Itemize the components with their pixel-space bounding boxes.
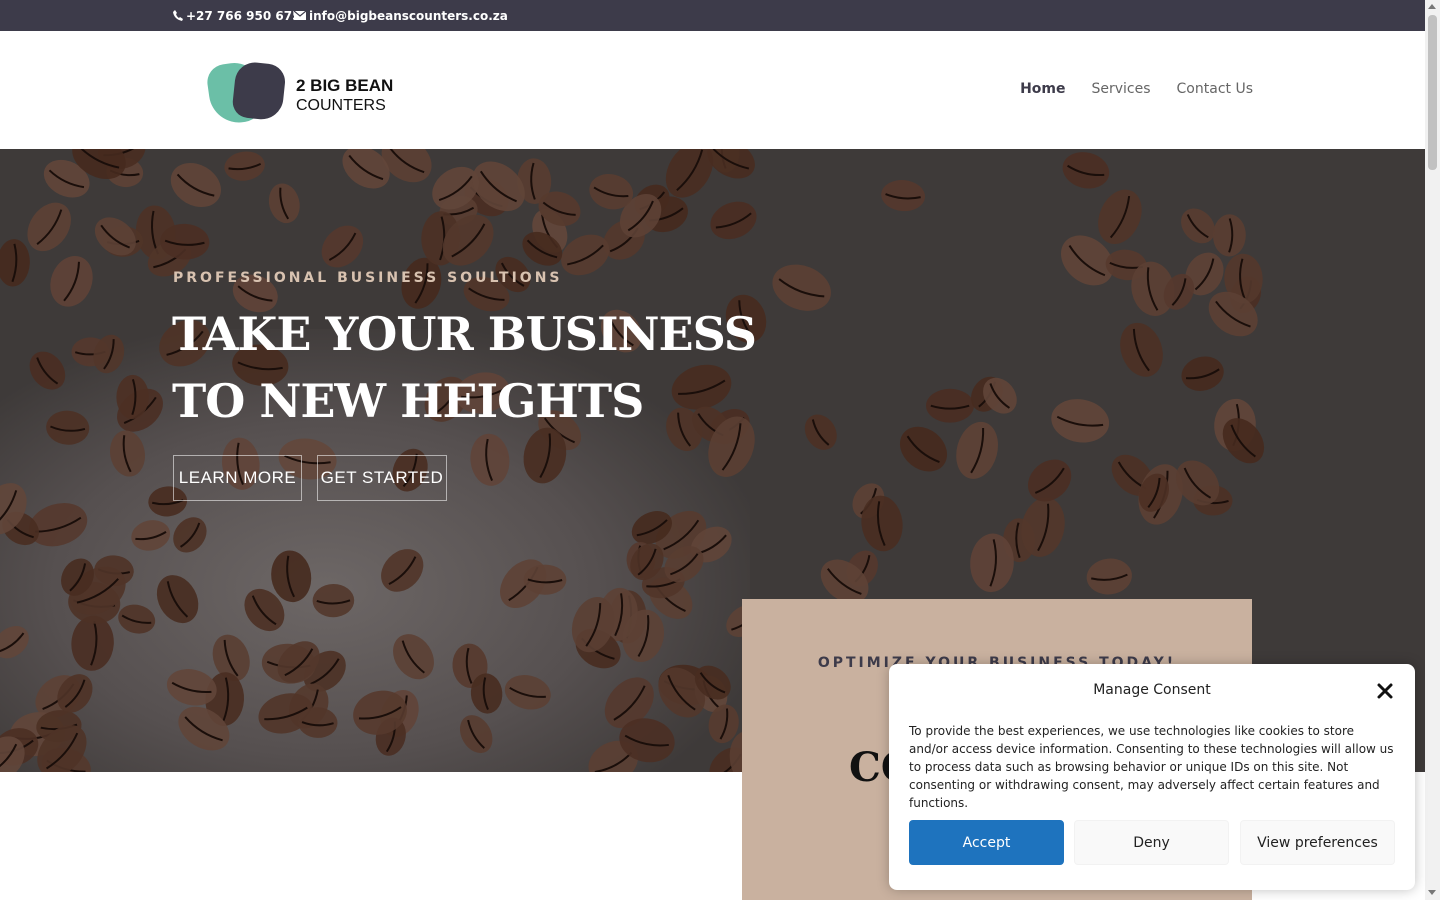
coffee-bean <box>156 575 199 624</box>
coffee-bean <box>109 430 146 477</box>
hero-title: TAKE YOUR BUSINESS TO NEW HEIGHTS <box>172 301 792 435</box>
coffee-bean <box>1086 558 1132 595</box>
email-contact[interactable]: info@bigbeanscounters.co.za <box>294 0 508 31</box>
coffee-bean <box>1181 356 1224 391</box>
coffee-bean <box>46 410 90 445</box>
coffee-bean <box>268 183 300 224</box>
coffee-bean <box>0 239 30 287</box>
phone-icon <box>173 10 183 21</box>
coffee-bean <box>321 225 364 268</box>
nav-contact-us[interactable]: Contact Us <box>1177 81 1253 97</box>
coffee-bean <box>312 583 355 618</box>
get-started-button[interactable]: GET STARTED <box>317 455 447 501</box>
coffee-bean <box>1062 152 1110 189</box>
coffee-bean <box>29 351 66 390</box>
coffee-bean <box>804 414 837 450</box>
coffee-bean <box>1051 399 1110 443</box>
nav-home[interactable]: Home <box>1020 81 1065 97</box>
coffee-bean <box>381 549 424 592</box>
coffee-bean <box>956 421 999 479</box>
scroll-down-arrow-icon[interactable] <box>1428 890 1436 895</box>
learn-more-button[interactable]: LEARN MORE <box>173 455 302 501</box>
consent-message: To provide the best experiences, we use … <box>909 724 1394 810</box>
coffee-bean <box>173 517 207 553</box>
email-address: info@bigbeanscounters.co.za <box>309 8 508 23</box>
site-header: 2 BIG BEAN COUNTERS Home Services Contac… <box>0 31 1425 149</box>
logo-text-line2: COUNTERS <box>296 97 386 114</box>
coffee-bean <box>899 426 948 472</box>
coffee-bean <box>470 433 510 486</box>
coffee-bean <box>881 180 926 212</box>
scrollbar-thumb[interactable] <box>1428 15 1437 170</box>
coffee-bean <box>224 151 265 181</box>
coffee-bean <box>1212 214 1246 257</box>
coffee-bean <box>710 201 757 240</box>
coffee-bean <box>1098 189 1142 245</box>
logo-text-line1: 2 BIG BEAN <box>296 76 394 95</box>
scroll-up-arrow-icon[interactable] <box>1428 4 1436 9</box>
close-icon[interactable] <box>1376 682 1394 700</box>
logo-bean-dark <box>231 60 287 122</box>
hero-title-line2: TO NEW HEIGHTS <box>172 374 644 428</box>
top-bar: +27 766 950 675 info@bigbeanscounters.co… <box>0 0 1425 31</box>
site-logo[interactable]: 2 BIG BEAN COUNTERS <box>205 59 397 127</box>
cookie-consent-dialog: Manage Consent To provide the best exper… <box>889 664 1415 890</box>
coffee-bean <box>926 388 974 423</box>
hero-kicker: PROFESSIONAL BUSINESS SOULTIONS <box>173 270 563 286</box>
hero-title-line1: TAKE YOUR BUSINESS <box>172 307 757 361</box>
coffee-bean <box>504 675 551 710</box>
phone-contact[interactable]: +27 766 950 675 <box>173 0 300 31</box>
accept-button[interactable]: Accept <box>909 820 1064 865</box>
coffee-bean <box>459 715 493 754</box>
view-preferences-button[interactable]: View preferences <box>1240 820 1395 865</box>
coffee-bean <box>50 255 93 307</box>
coffee-bean <box>0 626 29 659</box>
page-scrollbar[interactable] <box>1425 0 1440 900</box>
main-nav: Home Services Contact Us <box>1020 81 1253 97</box>
coffee-bean <box>1120 322 1163 377</box>
consent-title: Manage Consent <box>1093 682 1211 698</box>
coffee-bean <box>27 202 71 252</box>
coffee-bean <box>118 604 156 634</box>
mail-icon <box>294 11 306 20</box>
deny-button[interactable]: Deny <box>1074 820 1229 865</box>
coffee-bean <box>170 162 221 208</box>
coffee-bean <box>93 334 125 374</box>
coffee-bean <box>131 520 171 551</box>
nav-services[interactable]: Services <box>1091 81 1150 97</box>
coffee-bean <box>393 634 434 680</box>
phone-number: +27 766 950 675 <box>186 8 301 23</box>
